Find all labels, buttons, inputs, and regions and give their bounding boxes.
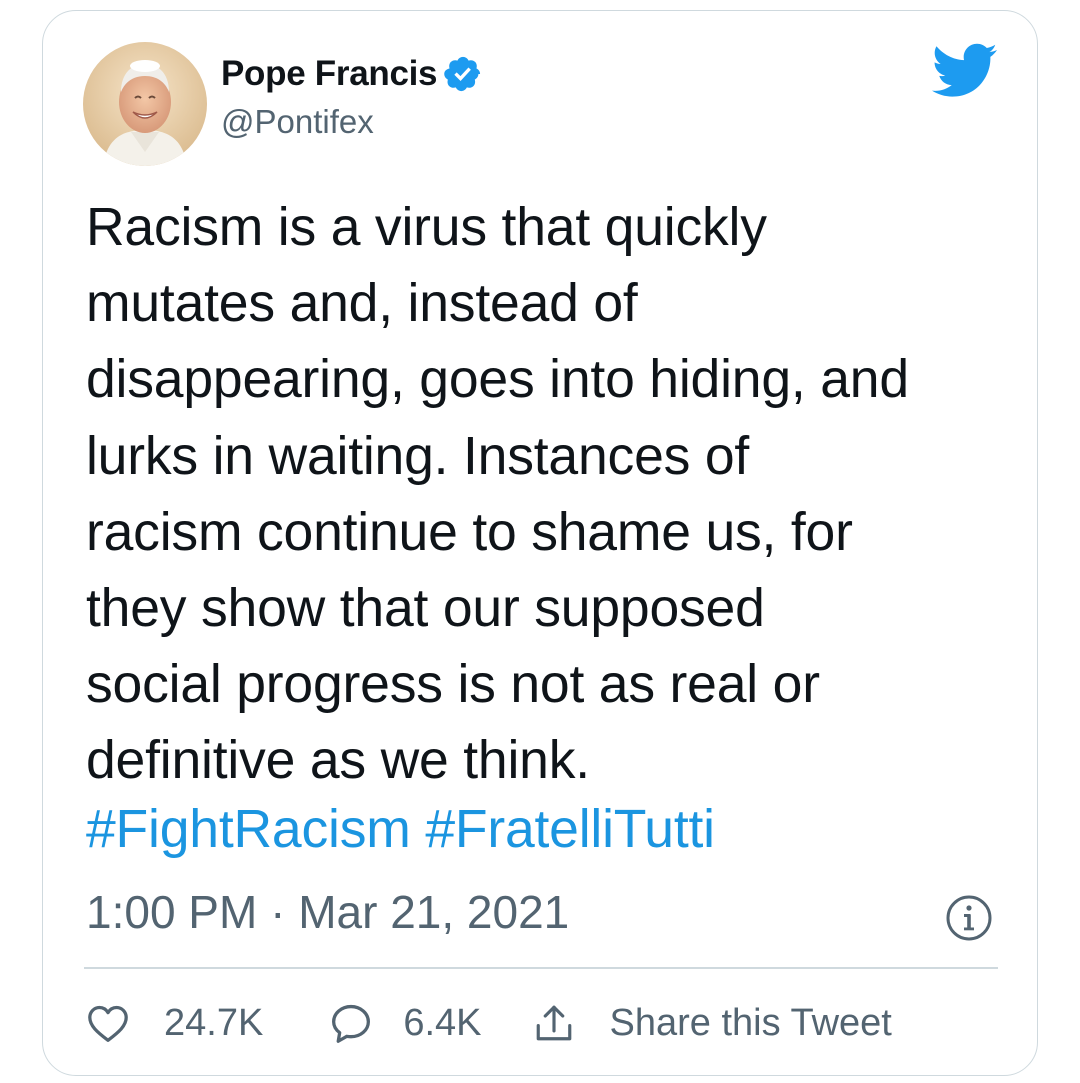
reply-button[interactable]: 6.4K [329, 1002, 481, 1045]
divider [84, 967, 998, 969]
tweet-text-line: disappearing, goes into hiding, and [86, 350, 909, 410]
avatar-image [83, 42, 207, 166]
share-button[interactable]: Share this Tweet [533, 1001, 892, 1045]
reply-count: 6.4K [403, 1001, 482, 1044]
hashtag-link[interactable]: #FightRacism [86, 800, 411, 859]
tweet-text-line: definitive as we think. [86, 731, 590, 791]
share-label: Share this Tweet [609, 1001, 892, 1044]
info-icon[interactable] [944, 893, 994, 943]
author-handle[interactable]: @Pontifex [221, 103, 374, 141]
hashtags: #FightRacism #FratelliTutti [86, 792, 715, 868]
tweet-text-line: they show that our supposed [86, 579, 765, 639]
tweet-text-line: racism continue to shame us, for [86, 502, 853, 562]
reply-bubble-icon [329, 1002, 373, 1044]
twitter-bird-icon [931, 43, 998, 99]
tweet-text-line: lurks in waiting. Instances of [86, 426, 750, 486]
author-name[interactable]: Pope Francis [221, 54, 438, 94]
like-button[interactable]: 24.7K [86, 1002, 263, 1045]
heart-icon [86, 1003, 130, 1043]
tweet-timestamp[interactable]: 1:00 PM · Mar 21, 2021 [86, 882, 569, 942]
tweet-text: Racism is a virus that quickly mutates a… [86, 190, 1016, 800]
tweet-text-line: social progress is not as real or [86, 655, 820, 715]
tweet-text-line: Racism is a virus that quickly [86, 198, 767, 257]
hashtag-link[interactable]: #FratelliTutti [425, 800, 715, 859]
share-icon [533, 1001, 575, 1045]
tweet-actions: 24.7K 6.4K Share this Tweet [86, 996, 892, 1050]
avatar[interactable] [83, 42, 207, 166]
tweet-text-line: mutates and, instead of [86, 274, 638, 334]
author-name-row[interactable]: Pope Francis [221, 52, 483, 96]
verified-badge-icon [443, 54, 483, 94]
like-count: 24.7K [164, 1001, 264, 1044]
